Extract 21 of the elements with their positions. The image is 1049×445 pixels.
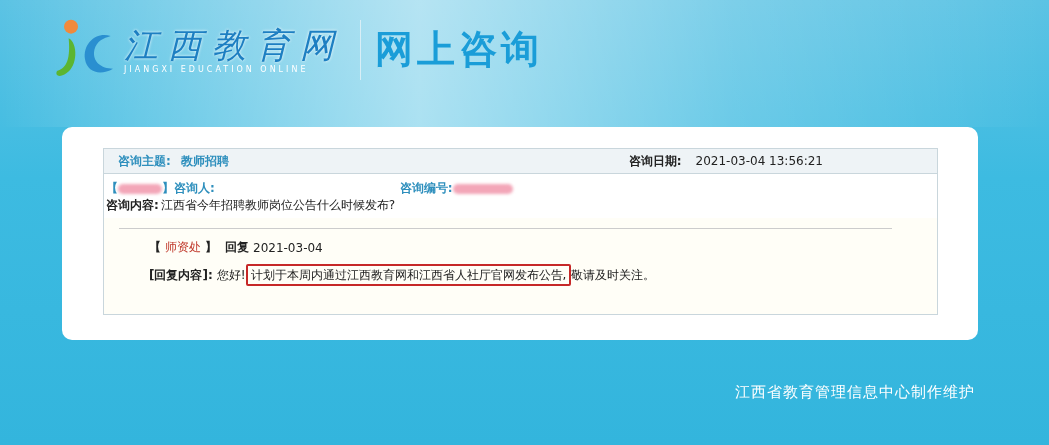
topic-value: 教师招聘 (180, 152, 229, 170)
logo-subtext: JIANGXI EDUCATION ONLINE (124, 65, 310, 74)
bracket-text: 【 (106, 180, 118, 197)
logo-text: 江西教育网 (124, 25, 344, 65)
page-title: 网上咨询 (375, 26, 543, 73)
topic-label: 咨询主题: (118, 152, 171, 170)
reply-content-label: [回复内容]: (149, 266, 213, 284)
question-text: 江西省今年招聘教师岗位公告什么时候发布? (160, 197, 396, 214)
redaction-mark (118, 183, 162, 194)
bracket-text: 】 (205, 239, 217, 256)
reply-date: 2021-03-04 (253, 240, 323, 255)
footer-text: 江西省教育管理信息中心制作维护 (735, 383, 975, 402)
number-label: 咨询编号: (399, 180, 453, 197)
content-label: 咨询内容: (106, 197, 159, 214)
date-label: 咨询日期: (628, 152, 682, 170)
department-name: 师资处 (165, 239, 201, 256)
date-value: 2021-03-04 13:56:21 (695, 154, 823, 168)
asker-label: 】咨询人: (162, 180, 215, 197)
redaction-mark (452, 183, 513, 194)
bracket-text: 【 (149, 239, 161, 256)
reply-label: 回复 (225, 239, 249, 256)
